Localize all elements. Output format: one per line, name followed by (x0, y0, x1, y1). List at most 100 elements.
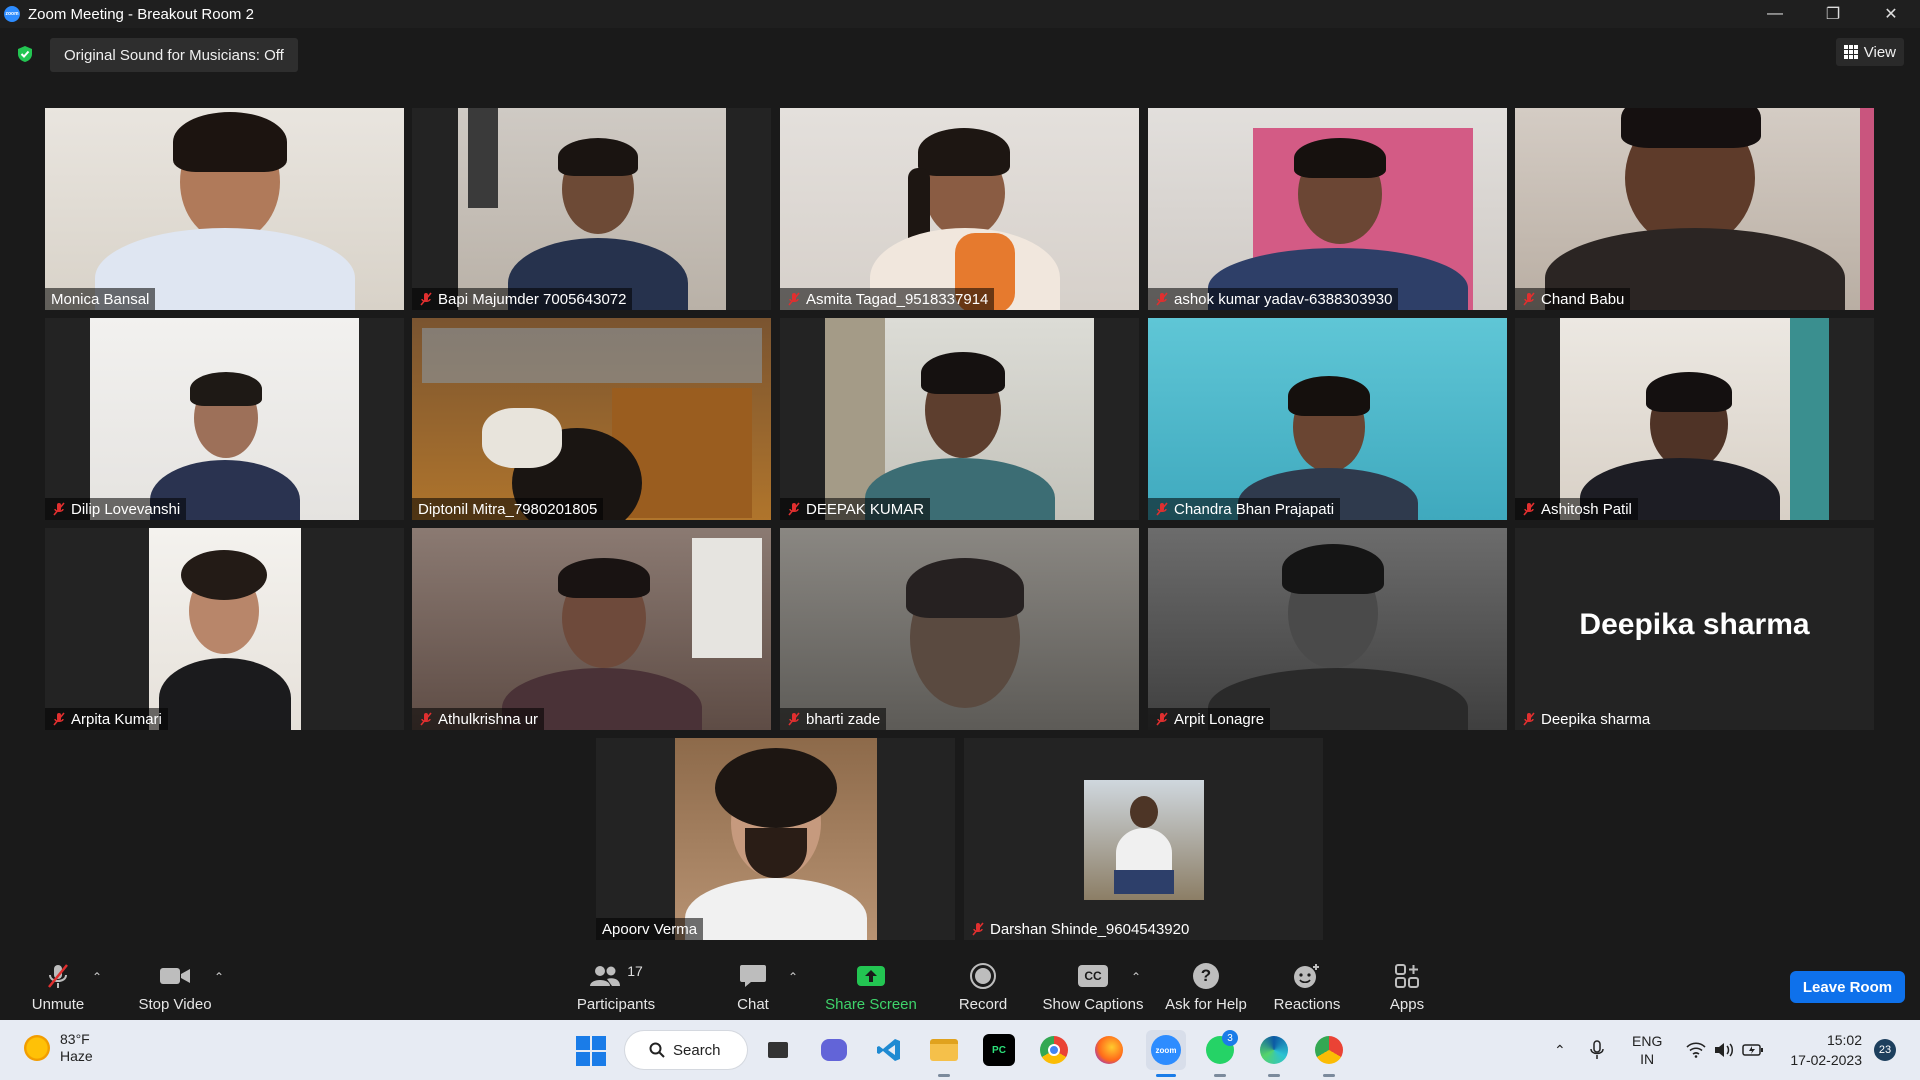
chevron-up-icon[interactable]: ⌃ (92, 970, 104, 984)
video-feed (825, 318, 1094, 520)
video-tile[interactable]: bharti zade (780, 528, 1139, 730)
microphone-icon[interactable] (1590, 1020, 1604, 1080)
chevron-up-icon[interactable]: ⌃ (214, 970, 226, 984)
participants-button[interactable]: 17 Participants (568, 956, 664, 1020)
windows-start-icon[interactable] (576, 1036, 606, 1066)
record-label: Record (958, 996, 1008, 1013)
video-tile[interactable]: Darshan Shinde_9604543920 (964, 738, 1323, 940)
share-screen-button[interactable]: Share Screen (820, 956, 922, 1020)
chevron-up-icon[interactable]: ⌃ (1131, 970, 1143, 984)
app-running-indicator (1214, 1074, 1226, 1077)
microphone-muted-icon (1156, 292, 1168, 306)
temperature: 83°F (60, 1031, 90, 1047)
ask-for-help-button[interactable]: ? Ask for Help (1158, 956, 1254, 1020)
video-tile[interactable]: Bapi Majumder 7005643072 (412, 108, 771, 310)
unmute-button[interactable]: Unmute (18, 956, 98, 1020)
language-indicator[interactable]: ENG IN (1632, 1020, 1662, 1080)
participant-name-tag: Dilip Lovevanshi (45, 498, 187, 520)
video-feed (149, 528, 301, 730)
microphone-muted-icon (420, 712, 432, 726)
zoom-taskbar-icon[interactable]: zoom (1146, 1030, 1186, 1070)
video-feed (45, 108, 404, 310)
show-captions-button[interactable]: CC Show Captions (1040, 956, 1146, 1020)
apps-button[interactable]: Apps (1376, 956, 1438, 1020)
participant-name: Deepika sharma (1541, 710, 1651, 728)
firefox-icon[interactable] (1093, 1034, 1125, 1066)
shield-check-icon[interactable] (16, 45, 34, 63)
video-tile[interactable]: Arpita Kumari (45, 528, 404, 730)
edge-icon[interactable] (1258, 1034, 1290, 1066)
video-tile[interactable]: Arpit Lonagre (1148, 528, 1507, 730)
zoom-logo-icon: zoom (4, 6, 20, 22)
participant-name-tag: Ashitosh Patil (1515, 498, 1638, 520)
closed-captions-icon: CC (1078, 965, 1108, 987)
task-view-icon[interactable] (762, 1034, 794, 1066)
microphone-muted-icon (1156, 502, 1168, 516)
system-clock[interactable]: 15:02 17-02-2023 (1778, 1030, 1862, 1070)
video-tile[interactable]: Ashitosh Patil (1515, 318, 1874, 520)
video-tile[interactable]: Chand Babu (1515, 108, 1874, 310)
video-tile[interactable]: Athulkrishna ur (412, 528, 771, 730)
microphone-muted-icon (53, 712, 65, 726)
teams-chat-icon[interactable] (818, 1034, 850, 1066)
chrome-profile-icon[interactable] (1313, 1034, 1345, 1066)
participant-name-tag: bharti zade (780, 708, 887, 730)
participants-count: 17 (627, 963, 643, 979)
taskbar-search[interactable]: Search (625, 1031, 747, 1069)
video-feed (1148, 108, 1507, 310)
vscode-icon[interactable] (873, 1034, 905, 1066)
video-tile[interactable]: Chandra Bhan Prajapati (1148, 318, 1507, 520)
video-tile[interactable]: DEEPAK KUMAR (780, 318, 1139, 520)
minimize-icon[interactable]: — (1746, 0, 1804, 28)
restore-icon[interactable]: ❐ (1804, 0, 1862, 28)
chrome-icon[interactable] (1038, 1034, 1070, 1066)
video-tile[interactable]: ashok kumar yadav-6388303930 (1148, 108, 1507, 310)
participant-name-tag: Asmita Tagad_9518337914 (780, 288, 995, 310)
share-screen-label: Share Screen (825, 996, 917, 1013)
chevron-up-icon[interactable]: ⌃ (788, 970, 800, 984)
video-tile[interactable]: Asmita Tagad_9518337914 (780, 108, 1139, 310)
ask-for-help-label: Ask for Help (1165, 996, 1247, 1013)
video-feed (1560, 318, 1829, 520)
video-tile[interactable]: Monica Bansal (45, 108, 404, 310)
record-button[interactable]: Record (948, 956, 1018, 1020)
leave-room-label: Leave Room (1802, 978, 1893, 996)
video-tile-video-off[interactable]: Deepika sharma Deepika sharma (1515, 528, 1874, 730)
pycharm-icon[interactable]: PC (983, 1034, 1015, 1066)
video-feed (1148, 318, 1507, 520)
participant-name-tag: Diptonil Mitra_7980201805 (412, 498, 604, 520)
chevron-up-icon[interactable]: ⌃ (1554, 1020, 1566, 1080)
chat-button[interactable]: Chat (718, 956, 788, 1020)
participants-label: Participants (576, 996, 656, 1013)
video-feed (1515, 108, 1874, 310)
video-feed (675, 738, 877, 940)
participant-name-tag: Bapi Majumder 7005643072 (412, 288, 633, 310)
app-running-indicator (1323, 1074, 1335, 1077)
video-tile[interactable]: Dilip Lovevanshi (45, 318, 404, 520)
reactions-button[interactable]: Reactions (1266, 956, 1348, 1020)
app-running-indicator (938, 1074, 950, 1077)
video-tile-active-speaker[interactable]: Diptonil Mitra_7980201805 (412, 318, 771, 520)
weather-widget[interactable]: 83°F Haze (24, 1031, 93, 1065)
volume-icon[interactable] (1714, 1020, 1734, 1080)
microphone-muted-icon (788, 712, 800, 726)
stop-video-label: Stop Video (138, 996, 212, 1013)
participant-name: Ashitosh Patil (1541, 500, 1632, 518)
video-tile[interactable]: Apoorv Verma (596, 738, 955, 940)
video-feed (1148, 528, 1507, 730)
battery-charging-icon[interactable] (1742, 1020, 1764, 1080)
original-sound-toggle[interactable]: Original Sound for Musicians: Off (50, 38, 298, 72)
video-feed (412, 318, 771, 520)
participant-name-tag: Arpit Lonagre (1148, 708, 1271, 730)
notification-count-badge[interactable]: 23 (1874, 1039, 1896, 1061)
weather-condition: Haze (60, 1048, 93, 1064)
stop-video-button[interactable]: Stop Video (130, 956, 220, 1020)
view-button[interactable]: View (1835, 38, 1904, 66)
file-explorer-icon[interactable] (928, 1034, 960, 1066)
participant-name-tag: Chandra Bhan Prajapati (1148, 498, 1341, 520)
close-icon[interactable]: ✕ (1862, 0, 1920, 28)
leave-room-button[interactable]: Leave Room (1790, 971, 1905, 1003)
meeting-toolbar: Unmute ⌃ Stop Video ⌃ 17 Participants Ch… (0, 956, 1920, 1020)
wifi-icon[interactable] (1686, 1020, 1706, 1080)
apps-icon (1395, 964, 1419, 988)
